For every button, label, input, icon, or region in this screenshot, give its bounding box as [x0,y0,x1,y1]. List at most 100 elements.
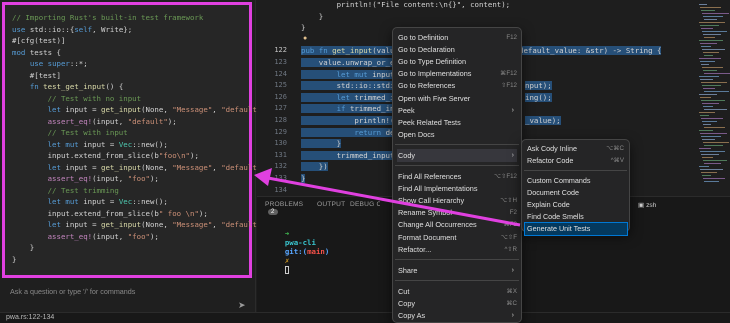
code-token: ); [149,231,159,241]
code-token: // Test with no input [47,93,142,103]
editor-line[interactable]: } [301,139,342,149]
editor-line[interactable]: return defa [301,127,404,137]
minimap-line [701,28,713,29]
code-token: let [336,92,355,102]
minimap-line [703,70,717,71]
editor-line-fragment[interactable]: _value); [525,116,561,125]
submenu-item-document-code[interactable]: Document Code [525,187,627,199]
menu-item-copy-as[interactable]: Copy As › [397,309,517,322]
code-line: let mut input = Vec::new(); [12,196,249,208]
submenu-item-ask-cody-inline[interactable]: Ask Cody Inline ⌥⌘C [525,143,627,155]
lightbulb-icon[interactable]: ● [303,35,307,42]
chat-input[interactable]: Ask a question or type '/' for commands [4,282,250,312]
menu-item-change-all-occurrences[interactable]: Change All Occurrences ⌘F2 [397,218,517,231]
editor-line[interactable]: let mut input [301,69,395,79]
menu-item-cody[interactable]: Cody › [397,148,517,162]
status-file-location[interactable]: pwa.rs:122-134 [6,313,54,323]
terminal-prompt[interactable]: ➜ pwa-cli git:(main) ✗ [267,220,329,283]
code-token: "Message" [172,105,213,114]
editor-line[interactable]: } [301,23,305,32]
editor-line[interactable]: println!("File content:\n{}", content); [301,0,511,9]
submenu-item-refactor-code[interactable]: Refactor Code ^⌘V [525,155,627,167]
editor-line[interactable]: std::io::stdin( [301,81,404,91]
minimap-line [701,82,727,83]
menu-item-cut[interactable]: Cut ⌘X [397,285,517,298]
terminal-shell-selector[interactable]: ▣ zsh [638,201,656,209]
editor-line-fragment[interactable]: ing(); [525,92,552,102]
code-token: input = [65,162,102,172]
menu-item-label: Peek [398,105,415,115]
menu-item-go-to-declaration[interactable]: Go to Declaration [397,43,517,56]
menu-item-shortcut: ^⇧R [504,245,517,253]
menu-item-label: Change All Occurrences [398,220,477,230]
tab-debug-console[interactable]: DEBUG CONSOLE [350,201,380,208]
chevron-right-icon: › [511,151,514,159]
menu-item-shortcut: ⌘C [506,299,517,307]
menu-item-shortcut: ⌘F12 [500,70,517,78]
menu-item-go-to-implementations[interactable]: Go to Implementations ⌘F12 [397,67,517,80]
menu-item-rename-symbol[interactable]: Rename Symbol F2 [397,206,517,219]
editor-line[interactable]: } [301,174,306,183]
code-token: ); [149,174,159,183]
tab-problems[interactable]: PROBLEMS2 [265,201,303,215]
chevron-right-icon: › [511,106,514,114]
line-number: 132 [274,162,287,171]
tab-output[interactable]: OUTPUT [317,201,345,208]
send-icon[interactable]: ➤ [238,300,246,311]
menu-item-refactor[interactable]: Refactor... ^⇧R [397,243,517,256]
menu-separator [395,258,519,260]
menu-item-share[interactable]: Share › [397,264,517,277]
menu-item-peek-related-tests[interactable]: Peek Related Tests [397,116,517,129]
minimap-line [704,145,723,146]
menu-item-peek[interactable]: Peek › [397,104,517,117]
code-token: let mut [47,139,84,149]
editor-line[interactable]: } [301,12,323,21]
code-line: #[cfg(test)] [12,35,249,47]
terminal-cursor [284,266,289,274]
menu-item-go-to-type-definition[interactable]: Go to Type Definition [397,55,517,68]
code-token: println!("File content:\n{}", content); [301,0,511,9]
menu-item-copy[interactable]: Copy ⌘C [397,297,517,310]
menu-item-show-call-hierarchy[interactable]: Show Call Hierarchy ⌥⇧H [397,194,517,207]
menu-item-open-with-five-server[interactable]: Open with Five Server [397,92,517,105]
line-number: 122 [274,46,287,55]
submenu-item-generate-unit-tests[interactable]: Generate Unit Tests [524,222,628,236]
menu-item-go-to-references[interactable]: Go to References ⇧F12 [397,79,517,92]
menu-item-open-docs[interactable]: Open Docs [397,128,517,141]
editor-line[interactable]: trimmed_input [301,150,395,160]
code-token: #[test] [12,70,61,80]
code-token: ); [167,116,177,126]
line-number: 134 [274,185,287,194]
minimap[interactable] [697,0,730,196]
code-token: "foo" [127,231,150,241]
menu-item-find-all-implementations[interactable]: Find All Implementations [397,182,517,195]
editor-line[interactable]: println!("U [301,116,404,125]
menu-item-go-to-definition[interactable]: Go to Definition F12 [397,31,517,44]
submenu-item-label: Explain Code [527,200,570,209]
code-line: assert_eq!(input, "foo"); [12,231,249,243]
submenu-item-find-code-smells[interactable]: Find Code Smells [525,211,627,223]
code-token: std::io::stdin( [301,81,404,91]
minimap-line [701,136,721,137]
submenu-item-explain-code[interactable]: Explain Code [525,199,627,211]
menu-item-label: Go to Implementations [398,69,472,79]
code-token: // Importing Rust's built-in test framew… [12,13,204,22]
menu-item-shortcut: ⌘X [506,287,517,295]
code-line: input.extend_from_slice(b" foo \n"); [12,208,249,220]
menu-item-label: Go to Declaration [398,45,455,55]
editor-line[interactable]: if trimmed_inpu [301,104,404,114]
code-token: let [47,105,66,114]
code-token: "foo\n" [158,151,190,160]
editor-line-fragment[interactable]: nput); [525,81,552,91]
editor-line[interactable]: }) [301,162,328,172]
minimap-line [704,73,730,74]
submenu-item-custom-commands[interactable]: Custom Commands [525,175,627,187]
menu-item-find-all-references[interactable]: Find All References ⌥⇧F12 [397,170,517,183]
code-token: (input, [92,231,128,241]
line-number: 130 [274,139,287,148]
menu-item-format-document[interactable]: Format Document ⌥⇧F [397,231,517,244]
